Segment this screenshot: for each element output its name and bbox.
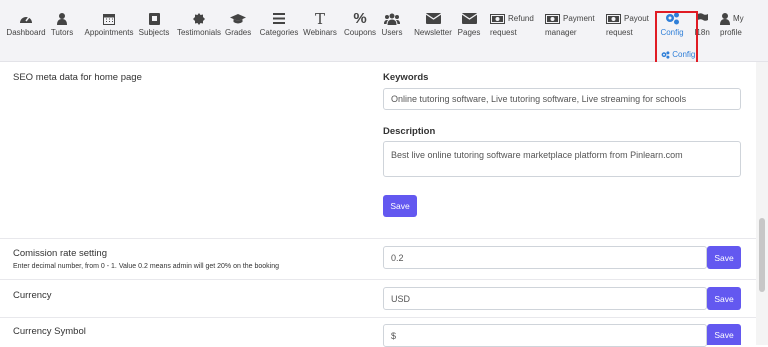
- nav-webinars[interactable]: T Webinars: [302, 12, 338, 48]
- currency-save-button[interactable]: Save: [707, 287, 741, 310]
- divider: [0, 238, 756, 239]
- user-icon: [49, 12, 75, 26]
- dashboard-icon: [6, 12, 46, 26]
- keywords-value: Online tutoring software, Live tutoring …: [391, 94, 687, 104]
- nav-pages[interactable]: Pages: [456, 12, 482, 48]
- nav-categories[interactable]: Categories: [259, 12, 299, 48]
- nav-payment-manager[interactable]: Payment manager: [545, 12, 601, 48]
- badge-icon: [176, 12, 222, 26]
- nav-users[interactable]: Users: [381, 12, 403, 48]
- nav-label: Grades: [225, 28, 252, 37]
- nav-refund-request[interactable]: Refund request: [490, 12, 540, 48]
- seo-section-label: SEO meta data for home page: [13, 72, 142, 83]
- nav-label-line2: request: [606, 28, 633, 37]
- keywords-input[interactable]: Online tutoring software, Live tutoring …: [383, 88, 741, 110]
- commission-input[interactable]: 0.2: [383, 246, 707, 269]
- currency-value: USD: [391, 293, 411, 304]
- description-textarea[interactable]: Best live online tutoring software marke…: [383, 141, 741, 177]
- users-icon: [381, 12, 403, 26]
- money-icon: [490, 12, 505, 26]
- currency-symbol-value: $: [391, 330, 397, 341]
- nav-label: Users: [381, 28, 403, 37]
- money-icon: [545, 12, 560, 26]
- description-title: Description: [383, 126, 436, 137]
- divider: [0, 317, 756, 318]
- nav-newsletter[interactable]: Newsletter: [413, 12, 453, 48]
- envelope-icon: [413, 12, 453, 26]
- currency-symbol-input[interactable]: $: [383, 324, 707, 347]
- commission-help: Enter decimal number, from 0 - 1. Value …: [13, 263, 280, 270]
- gears-icon: [661, 50, 672, 59]
- scrollbar-track[interactable]: [756, 62, 768, 345]
- scrollbar-thumb[interactable]: [759, 218, 765, 292]
- nav-label: Testimonials: [176, 28, 221, 37]
- nav-my-profile[interactable]: My profile: [720, 12, 764, 48]
- nav-grades[interactable]: Grades: [225, 12, 251, 48]
- nav-label: Subjects: [138, 28, 170, 37]
- nav-subjects[interactable]: Subjects: [138, 12, 170, 48]
- nav-label-line1: Payment: [563, 14, 595, 23]
- text-icon: T: [314, 10, 325, 28]
- percent-icon: %: [353, 10, 367, 27]
- keywords-title: Keywords: [383, 72, 429, 83]
- seo-save-button[interactable]: Save: [383, 195, 417, 217]
- nav-label-line1: My: [733, 14, 744, 23]
- nav-label: Pages: [457, 28, 481, 37]
- nav-label-line1: Payout: [624, 14, 649, 23]
- nav-label-line1: Refund: [508, 14, 534, 23]
- divider: [0, 279, 756, 280]
- list-icon: [259, 12, 299, 26]
- nav-testimonials[interactable]: Testimonials: [176, 12, 222, 48]
- graduation-cap-icon: [225, 12, 251, 26]
- book-icon: [138, 12, 170, 26]
- nav-tutors[interactable]: Tutors: [49, 12, 75, 48]
- calendar-icon: [83, 12, 135, 26]
- nav-label-line2: request: [490, 28, 517, 37]
- nav-appointments[interactable]: Appointments: [83, 12, 135, 48]
- nav-dashboard[interactable]: Dashboard: [6, 12, 46, 48]
- nav-label: Appointments: [84, 28, 134, 37]
- envelope-icon: [456, 12, 482, 26]
- currency-input[interactable]: USD: [383, 287, 707, 310]
- nav-label: Dashboard: [6, 28, 46, 37]
- nav-coupons[interactable]: % Coupons: [344, 10, 377, 48]
- nav-label-line2: profile: [720, 28, 742, 37]
- commission-value: 0.2: [391, 252, 404, 263]
- commission-save-button[interactable]: Save: [707, 246, 741, 269]
- nav-label-line2: manager: [545, 28, 577, 37]
- currency-symbol-save-button[interactable]: Save: [707, 324, 741, 345]
- currency-label: Currency: [13, 290, 52, 301]
- nav-label: Webinars: [303, 28, 337, 37]
- config-menu-label: Config: [672, 50, 696, 59]
- nav-label: Coupons: [344, 28, 377, 37]
- commission-label: Comission rate setting: [13, 248, 107, 259]
- nav-label: Tutors: [50, 28, 74, 37]
- currency-symbol-label: Currency Symbol: [13, 326, 86, 337]
- money-icon: [606, 12, 621, 26]
- user-icon: [720, 12, 730, 26]
- nav-label: Newsletter: [414, 28, 452, 37]
- nav-label: Categories: [259, 28, 299, 37]
- description-value: Best live online tutoring software marke…: [391, 150, 683, 160]
- nav-payout-request[interactable]: Payout request: [606, 12, 654, 48]
